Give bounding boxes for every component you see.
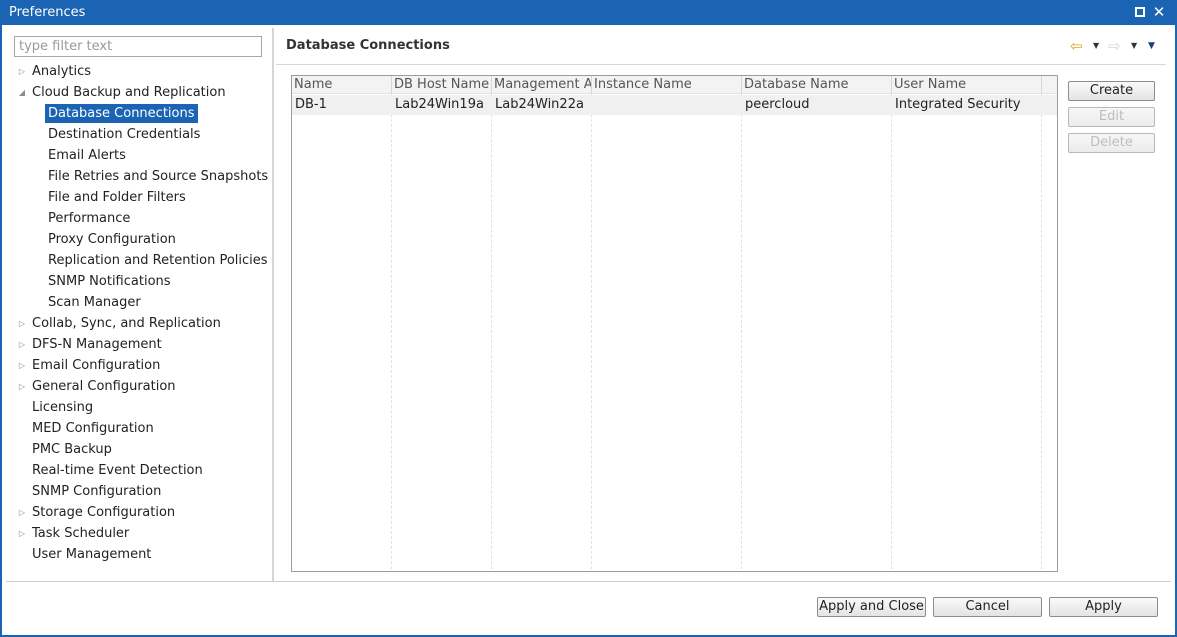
tree-item-label: User Management <box>32 547 152 562</box>
collapsed-twisty-icon[interactable]: ▷ <box>17 334 27 355</box>
cell-management-agent: Lab24Win22a <box>495 97 584 112</box>
column-header-instance-name[interactable]: Instance Name <box>592 76 742 94</box>
tree-item-label: SNMP Configuration <box>32 484 162 499</box>
filter-input[interactable] <box>14 36 262 57</box>
close-button[interactable]: ✕ <box>1152 4 1166 20</box>
tree-item-destination-credentials[interactable]: Destination Credentials <box>45 124 203 145</box>
close-icon: ✕ <box>1152 3 1166 21</box>
tree-item-storage-configuration[interactable]: ▷ Storage Configuration <box>19 502 178 523</box>
tree-item-label: DFS-N Management <box>32 337 162 352</box>
tree-item-label: Email Configuration <box>32 358 161 373</box>
window-title: Preferences <box>9 5 86 20</box>
tree-item-label: Cloud Backup and Replication <box>32 85 226 100</box>
tree-item-label: Email Alerts <box>48 148 126 163</box>
tree-item-task-scheduler[interactable]: ▷ Task Scheduler <box>19 523 132 544</box>
page-title-separator <box>276 64 1166 65</box>
tree-item-label: Licensing <box>32 400 94 415</box>
tree-item-performance[interactable]: Performance <box>45 208 133 229</box>
column-header-name[interactable]: Name <box>292 76 392 94</box>
column-header-user-name[interactable]: User Name <box>892 76 1042 94</box>
tree-item-label: Replication and Retention Policies <box>48 253 268 268</box>
tree-item-replication-and-retention-policies[interactable]: Replication and Retention Policies <box>45 250 271 271</box>
table-header: Name DB Host Name Management Agent Insta… <box>292 76 1057 94</box>
footer-separator <box>6 581 1171 582</box>
expanded-twisty-icon[interactable]: ◢ <box>17 82 27 103</box>
column-divider <box>1041 94 1042 571</box>
forward-arrow-icon[interactable]: ⇨ <box>1108 38 1121 54</box>
edit-button: Edit <box>1068 107 1155 127</box>
vertical-sash[interactable] <box>272 28 274 581</box>
collapsed-twisty-icon[interactable]: ▷ <box>17 355 27 376</box>
tree-item-general-configuration[interactable]: ▷ General Configuration <box>19 376 179 397</box>
tree-item-label: Storage Configuration <box>32 505 176 520</box>
tree-item-pmc-backup[interactable]: PMC Backup <box>29 439 115 460</box>
tree-item-label: Scan Manager <box>48 295 141 310</box>
tree-item-med-configuration[interactable]: MED Configuration <box>29 418 157 439</box>
collapsed-twisty-icon[interactable]: ▷ <box>17 502 27 523</box>
title-bar: Preferences ✕ <box>0 0 1177 25</box>
column-divider <box>491 94 492 571</box>
tree-item-snmp-notifications[interactable]: SNMP Notifications <box>45 271 174 292</box>
create-button[interactable]: Create <box>1068 81 1155 101</box>
tree-item-file-retries-and-source-snapshots[interactable]: File Retries and Source Snapshots <box>45 166 271 187</box>
tree-item-email-alerts[interactable]: Email Alerts <box>45 145 129 166</box>
tree-item-database-connections[interactable]: Database Connections <box>45 103 198 124</box>
tree-item-label: Analytics <box>32 64 92 79</box>
column-divider <box>741 94 742 571</box>
tree-item-snmp-configuration[interactable]: SNMP Configuration <box>29 481 164 502</box>
back-dropdown-icon[interactable]: ▼ <box>1093 38 1099 54</box>
apply-and-close-button[interactable]: Apply and Close <box>817 597 926 617</box>
tree-item-licensing[interactable]: Licensing <box>29 397 96 418</box>
tree-item-label: Database Connections <box>45 104 198 123</box>
column-header-db-host-name[interactable]: DB Host Name <box>392 76 492 94</box>
collapsed-twisty-icon[interactable]: ▷ <box>17 376 27 397</box>
tree-item-label: Destination Credentials <box>48 127 201 142</box>
cell-database-name: peercloud <box>745 97 810 112</box>
tree-item-label: PMC Backup <box>32 442 112 457</box>
forward-dropdown-icon[interactable]: ▼ <box>1131 38 1137 54</box>
column-divider <box>591 94 592 571</box>
cell-user-name: Integrated Security <box>895 97 1021 112</box>
tree-item-label: General Configuration <box>32 379 176 394</box>
table-row[interactable]: DB-1 Lab24Win19a Lab24Win22a peercloud I… <box>292 95 1057 115</box>
column-divider <box>891 94 892 571</box>
back-arrow-icon[interactable]: ⇦ <box>1070 38 1083 54</box>
tree-item-label: File and Folder Filters <box>48 190 186 205</box>
tree-item-label: Real-time Event Detection <box>32 463 203 478</box>
column-divider <box>391 94 392 571</box>
tree-item-file-and-folder-filters[interactable]: File and Folder Filters <box>45 187 189 208</box>
tree-item-user-management[interactable]: User Management <box>29 544 154 565</box>
tree-item-proxy-configuration[interactable]: Proxy Configuration <box>45 229 179 250</box>
cancel-button[interactable]: Cancel <box>933 597 1042 617</box>
collapsed-twisty-icon[interactable]: ▷ <box>17 313 27 334</box>
tree-item-collab-sync-and-replication[interactable]: ▷ Collab, Sync, and Replication <box>19 313 224 334</box>
tree-item-real-time-event-detection[interactable]: Real-time Event Detection <box>29 460 206 481</box>
tree-item-dfs-n-management[interactable]: ▷ DFS-N Management <box>19 334 165 355</box>
tree-item-scan-manager[interactable]: Scan Manager <box>45 292 144 313</box>
maximize-icon <box>1135 7 1145 17</box>
tree-item-label: MED Configuration <box>32 421 154 436</box>
tree-item-label: Performance <box>48 211 131 226</box>
apply-button[interactable]: Apply <box>1049 597 1158 617</box>
page-title: Database Connections <box>286 38 450 53</box>
tree-item-label: SNMP Notifications <box>48 274 171 289</box>
cell-name: DB-1 <box>295 97 327 112</box>
column-header-database-name[interactable]: Database Name <box>742 76 892 94</box>
cell-instance-name <box>592 95 742 115</box>
tree-item-label: Proxy Configuration <box>48 232 176 247</box>
tree-item-label: File Retries and Source Snapshots <box>48 169 269 184</box>
tree-item-label: Collab, Sync, and Replication <box>32 316 221 331</box>
view-menu-icon[interactable]: ▼ <box>1148 38 1155 54</box>
tree-item-analytics[interactable]: ▷ Analytics <box>19 61 94 82</box>
column-header-management-agent[interactable]: Management Agent <box>492 76 592 94</box>
tree-item-email-configuration[interactable]: ▷ Email Configuration <box>19 355 163 376</box>
database-connections-table[interactable]: Name DB Host Name Management Agent Insta… <box>291 75 1058 572</box>
collapsed-twisty-icon[interactable]: ▷ <box>17 523 27 544</box>
cell-db-host-name: Lab24Win19a <box>395 97 484 112</box>
tree-item-label: Task Scheduler <box>32 526 130 541</box>
tree-item-cloud-backup-and-replication[interactable]: ◢ Cloud Backup and Replication <box>19 82 229 103</box>
collapsed-twisty-icon[interactable]: ▷ <box>17 61 27 82</box>
maximize-button[interactable] <box>1133 4 1147 20</box>
delete-button: Delete <box>1068 133 1155 153</box>
